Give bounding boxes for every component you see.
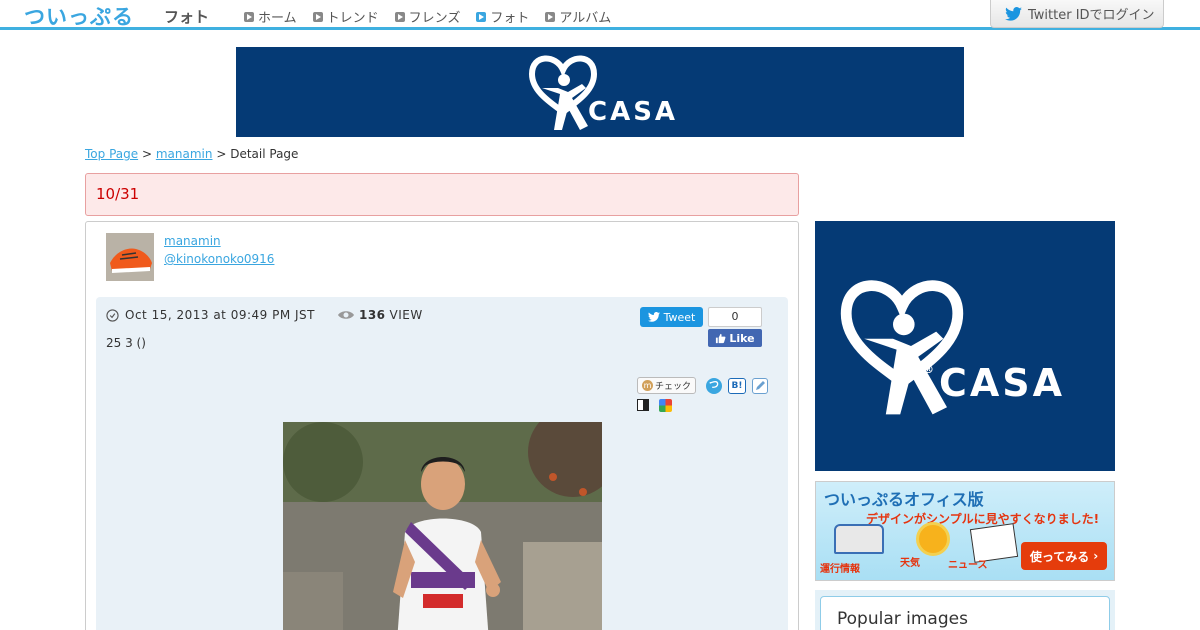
like-count-bubble: 0 <box>708 307 762 327</box>
site-logo[interactable]: ついっぷる <box>24 1 134 31</box>
thumbs-up-icon <box>716 333 726 343</box>
post-title: 10/31 <box>96 185 140 203</box>
view-label: VIEW <box>389 308 423 322</box>
nav-bullet-icon <box>312 11 323 22</box>
breadcrumb-separator: > <box>141 147 153 161</box>
breadcrumb-user-link[interactable]: manamin <box>156 147 213 161</box>
post-body: Oct 15, 2013 at 09:49 PM JST 136 VIEW 25 … <box>96 297 788 630</box>
delicious-icon[interactable] <box>637 399 649 411</box>
breadcrumb-separator: > <box>216 147 227 161</box>
mixi-icon: m <box>642 380 653 391</box>
post-title-box: 10/31 <box>85 173 799 216</box>
post-meta: Oct 15, 2013 at 09:49 PM JST 136 VIEW <box>106 308 423 322</box>
office-label-train: 運行情報 <box>820 564 860 575</box>
tweet-label: Tweet <box>663 310 696 324</box>
twipple-office-banner[interactable]: ついっぷるオフィス版 デザインがシンプルに見やすくなりました! 運行情報 天気 … <box>815 481 1115 581</box>
nav-item-label: ホーム <box>258 11 297 26</box>
main-nav: ホーム トレンド フレンズ フォト アルバム <box>244 7 611 26</box>
casa-side-ad[interactable]: ® CASA <box>815 221 1115 471</box>
post-date: Oct 15, 2013 at 09:49 PM JST <box>125 308 315 322</box>
user-handle-link[interactable]: @kinokonoko0916 <box>164 252 274 266</box>
twitter-login-button[interactable]: Twitter IDでログイン <box>990 0 1164 28</box>
breadcrumb-top-link[interactable]: Top Page <box>85 147 138 161</box>
nav-item-photo[interactable]: フォト <box>476 7 529 26</box>
nav-bullet-icon <box>476 11 487 22</box>
twipple-icon[interactable]: つ <box>706 377 723 394</box>
twitter-bird-icon <box>1005 6 1022 21</box>
section-title: フォト <box>164 8 210 26</box>
eye-icon <box>337 311 354 319</box>
sun-icon <box>916 522 950 556</box>
social-bookmark-row-2 <box>637 399 672 412</box>
popular-images-panel: Popular images <box>815 590 1115 630</box>
post-caption: 25 3 () <box>106 336 146 350</box>
top-bar: ついっぷる フォト ホーム トレンド フレンズ フォト アルバム Twitter… <box>0 0 1200 30</box>
nav-item-label: フォト <box>490 11 530 26</box>
chevron-right-icon: › <box>1093 549 1099 563</box>
nav-item-label: アルバム <box>559 11 612 26</box>
avatar[interactable] <box>106 233 154 281</box>
edit-pencil-icon[interactable] <box>752 377 769 394</box>
tweet-button[interactable]: Tweet <box>640 307 703 327</box>
breadcrumb: Top Page > manamin > Detail Page <box>85 147 298 161</box>
casa-ad-banner[interactable]: CASA <box>236 47 964 137</box>
twitter-bird-icon <box>647 312 660 322</box>
login-label: Twitter IDでログイン <box>1028 8 1155 23</box>
casa-text: CASA <box>588 97 679 127</box>
nav-bullet-icon <box>545 11 556 22</box>
office-try-label: 使ってみる <box>1029 549 1090 564</box>
google-bookmark-icon[interactable] <box>659 399 672 412</box>
post-photo[interactable] <box>283 422 602 630</box>
hatena-bookmark-icon[interactable]: B! <box>728 377 747 394</box>
mixi-check-button[interactable]: m チェック <box>637 377 697 394</box>
office-banner-title: ついっぷるオフィス版 <box>824 490 984 509</box>
facebook-like-button[interactable]: Like <box>708 329 762 347</box>
popular-images-inner: Popular images <box>820 596 1110 630</box>
social-bookmark-row: m チェック つ B! <box>637 377 769 394</box>
nav-item-label: トレンド <box>326 11 379 26</box>
casa-text: CASA <box>939 361 1066 405</box>
office-label-news: ニュース <box>948 560 988 571</box>
post-card: manamin @kinokonoko0916 Oct 15, 2013 at … <box>85 221 799 630</box>
breadcrumb-current: Detail Page <box>230 147 299 161</box>
clock-icon <box>106 308 119 322</box>
nav-item-album[interactable]: アルバム <box>545 7 611 26</box>
nav-item-label: フレンズ <box>408 11 461 26</box>
sneaker-photo-icon <box>106 233 154 281</box>
nav-item-home[interactable]: ホーム <box>244 7 297 26</box>
view-counter: 136 VIEW <box>337 308 423 322</box>
nav-item-friends[interactable]: フレンズ <box>394 7 461 26</box>
popular-images-title: Popular images <box>837 609 968 629</box>
check-label: チェック <box>655 382 692 392</box>
office-label-weather: 天気 <box>900 558 920 569</box>
office-banner-subtitle: デザインがシンプルに見やすくなりました! <box>866 512 1100 526</box>
user-name-link[interactable]: manamin <box>164 234 221 248</box>
like-label: Like <box>729 331 755 345</box>
nav-item-trend[interactable]: トレンド <box>312 7 379 26</box>
view-count: 136 <box>358 308 386 322</box>
nav-bullet-icon <box>394 11 405 22</box>
nav-bullet-icon <box>244 11 254 22</box>
office-try-button[interactable]: 使ってみる › <box>1021 542 1107 570</box>
runner-photo-icon <box>283 422 602 630</box>
casa-registered-mark: ® <box>923 363 934 376</box>
train-icon <box>834 524 884 554</box>
